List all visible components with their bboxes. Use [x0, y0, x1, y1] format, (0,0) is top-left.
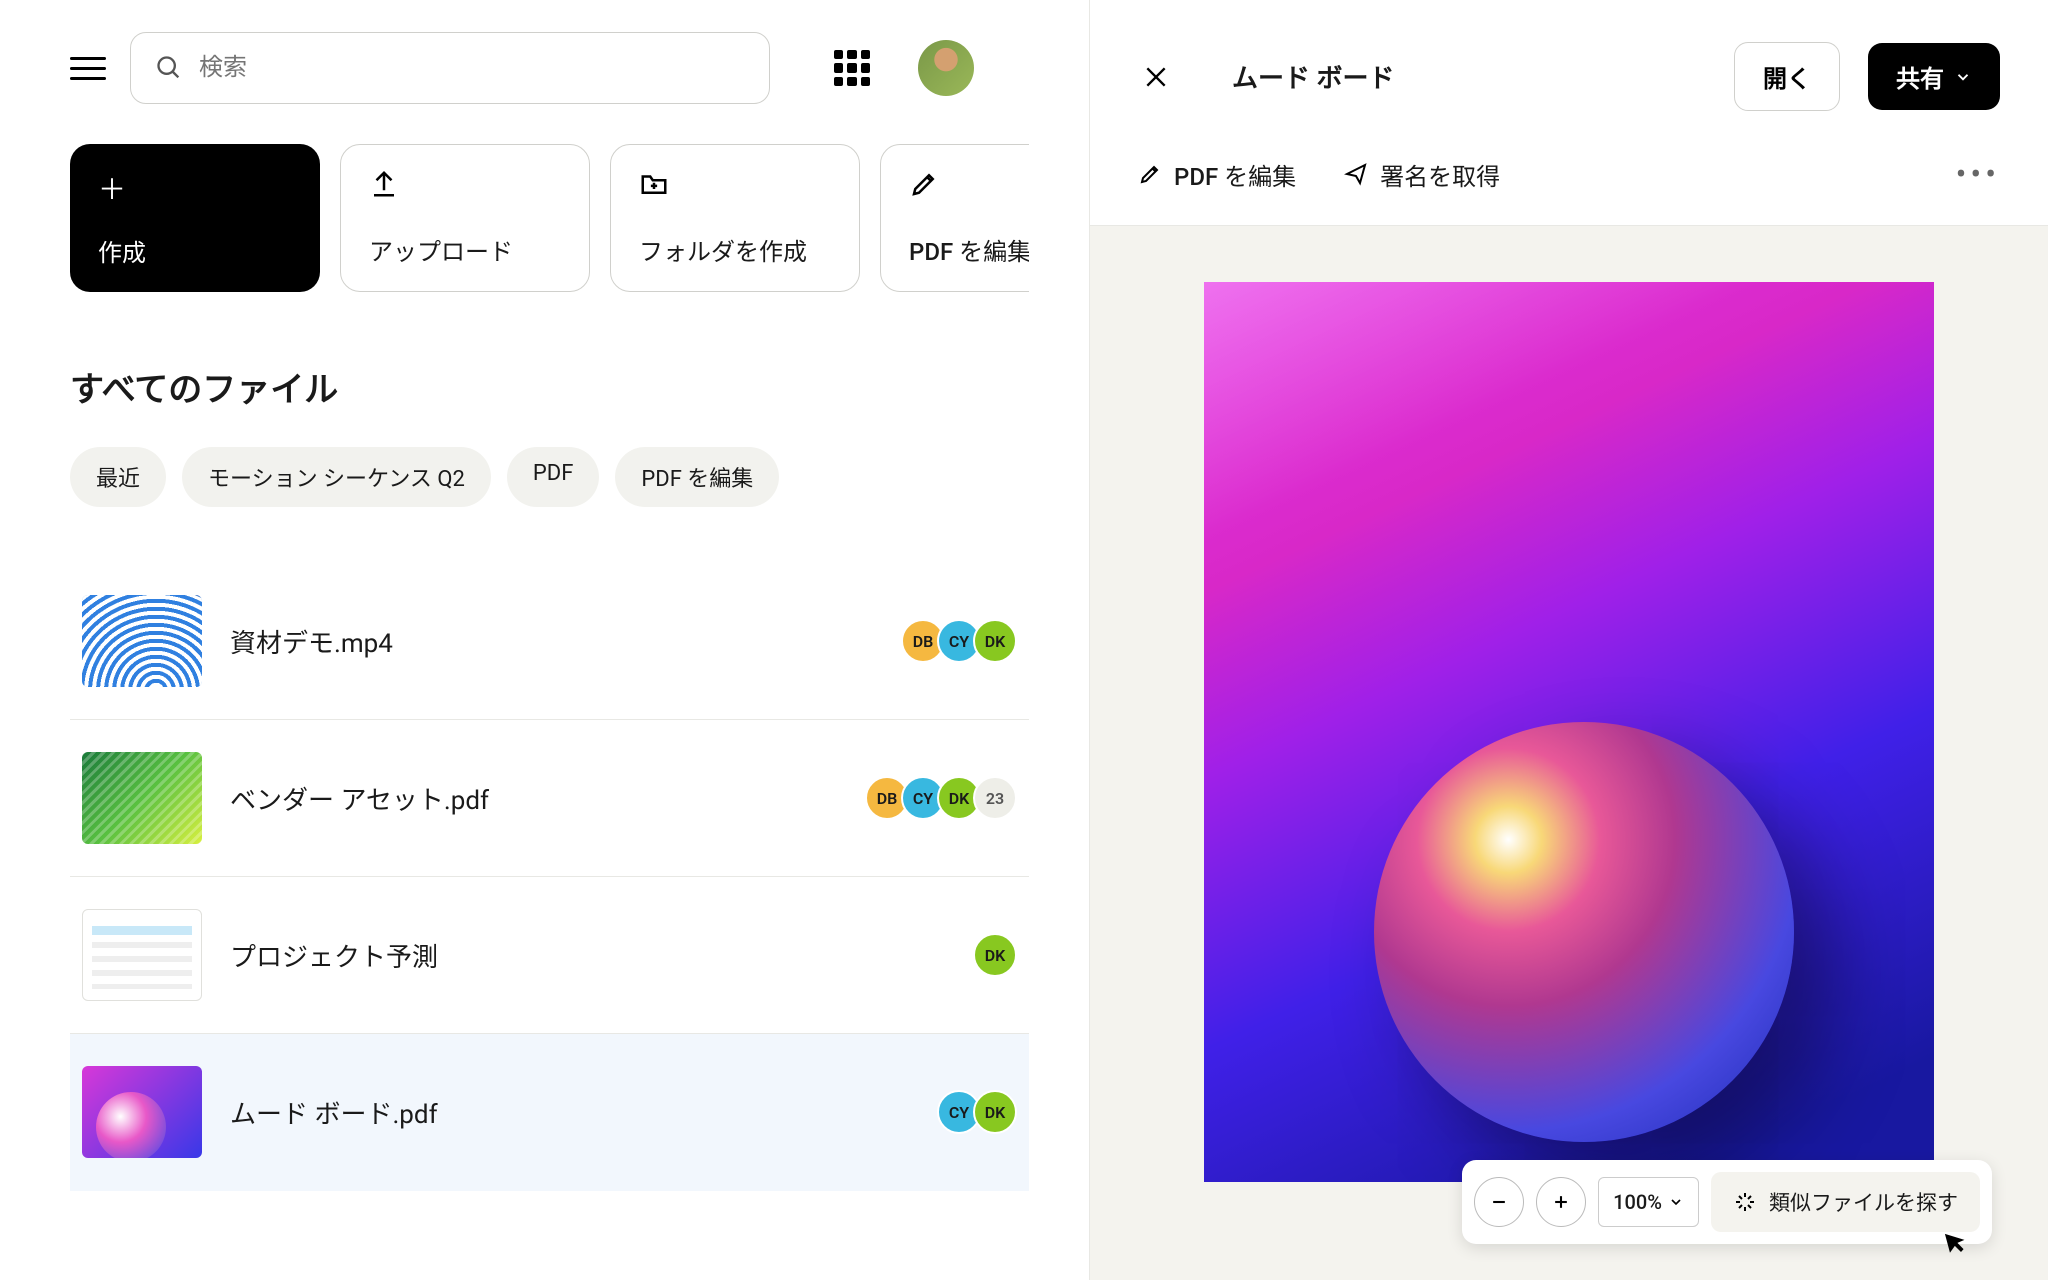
file-row[interactable]: ムード ボード.pdf CY DK	[70, 1034, 1029, 1191]
file-name: ベンダー アセット.pdf	[230, 780, 837, 817]
section-title: すべてのファイル	[70, 362, 1029, 411]
zoom-select[interactable]: 100%	[1598, 1177, 1699, 1227]
share-button[interactable]: 共有	[1868, 43, 2000, 110]
badge-dk[interactable]: DK	[973, 1090, 1017, 1134]
file-name: 資材デモ.mp4	[230, 623, 873, 660]
file-name: プロジェクト予測	[230, 937, 945, 974]
collaborator-badges: DB CY DK	[901, 619, 1017, 663]
more-menu[interactable]: •••	[1956, 155, 2000, 193]
chip-motion-q2[interactable]: モーション シーケンス Q2	[182, 447, 491, 507]
action-label: アップロード	[369, 232, 561, 267]
search-icon	[155, 54, 183, 82]
action-label: フォルダを作成	[639, 232, 831, 267]
chip-edit-pdf[interactable]: PDF を編集	[615, 447, 779, 507]
pencil-icon	[909, 169, 939, 199]
file-row[interactable]: ベンダー アセット.pdf DB CY DK 23	[70, 720, 1029, 877]
send-icon	[1344, 162, 1368, 186]
edit-pdf-button[interactable]: PDF を編集	[880, 144, 1029, 292]
create-folder-button[interactable]: フォルダを作成	[610, 144, 860, 292]
chip-recent[interactable]: 最近	[70, 447, 166, 507]
preview-image	[1204, 282, 1934, 1182]
edit-pdf-action[interactable]: PDF を編集	[1138, 157, 1296, 192]
action-label: PDF を編集	[909, 232, 1029, 267]
create-button[interactable]: ＋ 作成	[70, 144, 320, 292]
chevron-down-icon	[1668, 1194, 1684, 1210]
apps-grid-icon[interactable]	[834, 50, 870, 86]
file-row[interactable]: 資材デモ.mp4 DB CY DK	[70, 563, 1029, 720]
preview-toolbar: 100% 類似ファイルを探す	[1462, 1160, 1992, 1244]
close-icon	[1143, 64, 1169, 90]
chip-pdf[interactable]: PDF	[507, 447, 599, 507]
open-button[interactable]: 開く	[1734, 42, 1840, 111]
folder-plus-icon	[639, 169, 669, 199]
sparkle-icon	[1733, 1190, 1757, 1214]
search-box[interactable]	[130, 32, 770, 104]
file-thumbnail	[82, 595, 202, 687]
file-name: ムード ボード.pdf	[230, 1094, 909, 1131]
chevron-down-icon	[1954, 68, 1972, 86]
upload-button[interactable]: アップロード	[340, 144, 590, 292]
collaborator-badges: DK	[973, 933, 1017, 977]
upload-icon	[369, 169, 399, 199]
plus-icon: ＋	[98, 168, 292, 208]
collaborator-badges: CY DK	[937, 1090, 1017, 1134]
pencil-icon	[1138, 162, 1162, 186]
plus-icon	[1551, 1192, 1571, 1212]
file-thumbnail	[82, 752, 202, 844]
close-button[interactable]	[1138, 59, 1174, 95]
badge-dk[interactable]: DK	[973, 933, 1017, 977]
avatar[interactable]	[918, 40, 974, 96]
get-signature-action[interactable]: 署名を取得	[1344, 157, 1500, 192]
menu-button[interactable]	[70, 50, 106, 86]
badge-more[interactable]: 23	[973, 776, 1017, 820]
collaborator-badges: DB CY DK 23	[865, 776, 1017, 820]
badge-dk[interactable]: DK	[973, 619, 1017, 663]
action-label: 作成	[98, 233, 292, 268]
zoom-in-button[interactable]	[1536, 1177, 1586, 1227]
minus-icon	[1489, 1192, 1509, 1212]
preview-title: ムード ボード	[1232, 58, 1706, 95]
preview-area: 100% 類似ファイルを探す	[1090, 226, 2048, 1280]
file-thumbnail	[82, 1066, 202, 1158]
file-row[interactable]: プロジェクト予測 DK	[70, 877, 1029, 1034]
zoom-out-button[interactable]	[1474, 1177, 1524, 1227]
search-input[interactable]	[199, 54, 745, 82]
file-thumbnail	[82, 909, 202, 1001]
find-similar-button[interactable]: 類似ファイルを探す	[1711, 1172, 1980, 1232]
